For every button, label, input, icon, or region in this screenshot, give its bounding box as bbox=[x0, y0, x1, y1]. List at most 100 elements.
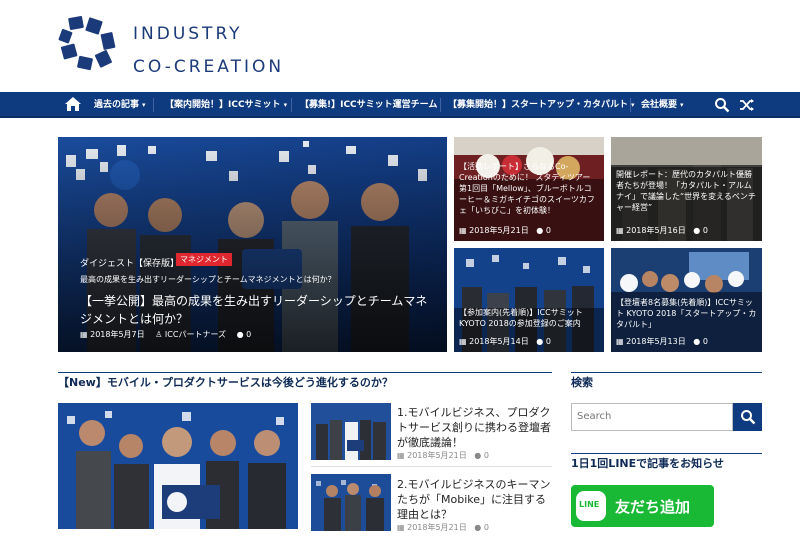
nav-divider bbox=[440, 98, 441, 112]
nav-item-company[interactable]: 会社概要 ▾ bbox=[641, 92, 684, 118]
brand-wordmark[interactable]: INDUSTRY CO-CREATION bbox=[133, 20, 284, 81]
feature-post-title[interactable]: 2.モバイルビジネスのキーマンたちが「Mobike」に注目する理由とは？ bbox=[397, 477, 551, 522]
sidebar-rule bbox=[571, 453, 762, 454]
grid-post-1[interactable]: 【活動レポート】さらなるCo-Creationのために！ スタディツアー第1回目… bbox=[454, 137, 604, 241]
grid-post-title[interactable]: 【活動レポート】さらなるCo-Creationのために！ スタディツアー第1回目… bbox=[459, 161, 597, 216]
post-date: 2018年5月21日 bbox=[469, 226, 529, 235]
comment-icon: ● bbox=[536, 337, 546, 346]
line-section-title: 1日1回LINEで記事をお知らせ bbox=[571, 455, 729, 471]
brand-line-1: INDUSTRY bbox=[133, 24, 243, 44]
comment-icon: ● bbox=[693, 226, 703, 235]
feature-post-2-thumb[interactable] bbox=[311, 474, 391, 531]
nav-item-startup-catapult[interactable]: 【募集開始！】スタートアップ・カタパルト ▾ bbox=[448, 92, 635, 118]
line-add-friend-button[interactable]: LINE 友だち追加 bbox=[571, 485, 714, 527]
feature-post-2-photo bbox=[311, 474, 391, 531]
sidebar-search-title: 検索 bbox=[571, 374, 598, 390]
line-logo-icon: LINE bbox=[576, 491, 606, 521]
post-date: 2018年5月14日 bbox=[469, 337, 529, 346]
grid-post-title[interactable]: 開催レポート：歴代のカタパルト優勝者たちが登場！「カタパルト・アルムナイ」で議論… bbox=[616, 169, 756, 213]
nav-item-label: 【募集!】ICCサミット運営チーム bbox=[300, 100, 438, 110]
nav-divider bbox=[153, 98, 154, 112]
comment-count[interactable]: 0 bbox=[703, 226, 708, 235]
comment-count[interactable]: 0 bbox=[246, 330, 251, 339]
post-date: 2018年5月21日 bbox=[407, 451, 467, 460]
hero-meta: ▦ 2018年5月7日 ♙ ICCパートナーズ ● 0 bbox=[80, 329, 251, 340]
chevron-down-icon: ▾ bbox=[283, 101, 288, 109]
nav-item-label: 会社概要 bbox=[641, 100, 678, 110]
feature-post-1-photo bbox=[311, 403, 391, 460]
shuffle-icon[interactable] bbox=[739, 97, 755, 113]
grid-post-meta: ▦ 2018年5月21日 ● 0 bbox=[459, 225, 551, 236]
calendar-icon: ▦ bbox=[80, 330, 91, 339]
chevron-down-icon: ▾ bbox=[680, 101, 684, 109]
chevron-down-icon: ▾ bbox=[631, 101, 635, 109]
line-logo-text: LINE bbox=[579, 500, 600, 509]
nav-divider bbox=[291, 98, 292, 112]
comment-icon: ● bbox=[474, 451, 484, 460]
home-icon[interactable] bbox=[64, 96, 82, 112]
calendar-icon: ▦ bbox=[459, 337, 470, 346]
comment-count[interactable]: 0 bbox=[546, 337, 551, 346]
nav-item-label: 【募集開始！】スタートアップ・カタパルト bbox=[448, 100, 629, 110]
nav-divider bbox=[630, 98, 631, 112]
calendar-icon: ▦ bbox=[616, 226, 627, 235]
nav-item-icc-summit[interactable]: 【案内開始！】ICCサミット ▾ bbox=[165, 92, 287, 118]
brand-logo-icon[interactable] bbox=[58, 14, 120, 76]
nav-item-label: 過去の記事 bbox=[94, 100, 140, 110]
site-header: INDUSTRY CO-CREATION bbox=[0, 0, 800, 92]
grid-post-title[interactable]: 【参加案内(先着順)】ICCサミット KYOTO 2018の参加登録のご案内 bbox=[459, 307, 599, 329]
line-button-label: 友だち追加 bbox=[615, 498, 691, 516]
feature-post-meta: ▦ 2018年5月21日 ● 0 bbox=[397, 450, 489, 461]
grid-post-meta: ▦ 2018年5月14日 ● 0 bbox=[459, 336, 551, 347]
sidebar-rule bbox=[571, 372, 762, 373]
grid-post-meta: ▦ 2018年5月16日 ● 0 bbox=[616, 225, 708, 236]
search-placeholder: Search bbox=[577, 411, 612, 422]
post-date: 2018年5月21日 bbox=[407, 523, 467, 532]
post-date: 2018年5月16日 bbox=[626, 226, 686, 235]
comment-icon: ● bbox=[474, 523, 484, 532]
section-rule bbox=[58, 372, 552, 373]
chevron-down-icon: ▾ bbox=[142, 101, 146, 109]
feature-post-meta: ▦ 2018年5月21日 ● 0 bbox=[397, 522, 489, 533]
comment-icon: ● bbox=[236, 330, 247, 339]
hero-title[interactable]: 【一挙公開】最高の成果を生み出すリーダーシップとチームマネジメントとは何か？ bbox=[80, 292, 433, 328]
comment-icon: ● bbox=[693, 337, 703, 346]
post-date: 2018年5月7日 bbox=[90, 330, 145, 339]
calendar-icon: ▦ bbox=[616, 337, 627, 346]
calendar-icon: ▦ bbox=[459, 226, 470, 235]
nav-item-operating-team[interactable]: 【募集!】ICCサミット運営チーム bbox=[300, 92, 437, 118]
feature-post-title[interactable]: 1.モバイルビジネス、プロダクトサービス創りに携わる登壇者が徹底議論！ bbox=[397, 405, 551, 450]
post-date: 2018年5月13日 bbox=[626, 337, 686, 346]
nav-item-label: 【案内開始！】ICCサミット bbox=[165, 100, 281, 110]
search-icon bbox=[741, 410, 756, 425]
comment-count[interactable]: 0 bbox=[703, 337, 708, 346]
grid-post-3[interactable]: 【参加案内(先着順)】ICCサミット KYOTO 2018の参加登録のご案内 ▦… bbox=[454, 248, 604, 352]
post-divider bbox=[311, 466, 552, 467]
feature-main-photo bbox=[58, 403, 298, 529]
grid-post-4[interactable]: 【登壇者8名募集(先着順)】ICCサミット KYOTO 2018「スタートアップ… bbox=[611, 248, 762, 352]
grid-post-meta: ▦ 2018年5月13日 ● 0 bbox=[616, 336, 708, 347]
hero-category[interactable]: ダイジェスト【保存版】 bbox=[80, 256, 179, 269]
search-icon[interactable] bbox=[714, 97, 730, 113]
comment-count[interactable]: 0 bbox=[484, 451, 489, 460]
nav-item-archive[interactable]: 過去の記事 ▾ bbox=[94, 92, 146, 118]
search-input[interactable]: Search bbox=[571, 403, 733, 431]
post-author[interactable]: ICCパートナーズ bbox=[165, 330, 226, 339]
grid-post-title[interactable]: 【登壇者8名募集(先着順)】ICCサミット KYOTO 2018「スタートアップ… bbox=[616, 297, 757, 330]
author-icon: ♙ bbox=[155, 330, 165, 339]
feature-main-post[interactable] bbox=[58, 403, 298, 529]
search-button[interactable] bbox=[733, 403, 762, 431]
feature-post-1-thumb[interactable] bbox=[311, 403, 391, 460]
main-navigation: 過去の記事 ▾ 【案内開始！】ICCサミット ▾ 【募集!】ICCサミット運営チーム… bbox=[0, 92, 800, 118]
feature-section-title[interactable]: 【New】モバイル・プロダクトサービスは今後どう進化するのか？ bbox=[58, 374, 398, 390]
comment-icon: ● bbox=[536, 226, 546, 235]
calendar-icon: ▦ bbox=[397, 523, 408, 532]
comment-count[interactable]: 0 bbox=[546, 226, 551, 235]
hero-article[interactable]: ダイジェスト【保存版】 マネジメント 最高の成果を生み出すリーダーシップとチーム… bbox=[58, 137, 447, 352]
calendar-icon: ▦ bbox=[397, 451, 408, 460]
hero-category-badge[interactable]: マネジメント bbox=[176, 253, 232, 266]
grid-post-2[interactable]: 開催レポート：歴代のカタパルト優勝者たちが登場！「カタパルト・アルムナイ」で議論… bbox=[611, 137, 762, 241]
brand-line-2: CO-CREATION bbox=[133, 57, 285, 77]
hero-excerpt: 最高の成果を生み出すリーダーシップとチームマネジメントとは何か？ bbox=[80, 275, 336, 284]
comment-count[interactable]: 0 bbox=[484, 523, 489, 532]
